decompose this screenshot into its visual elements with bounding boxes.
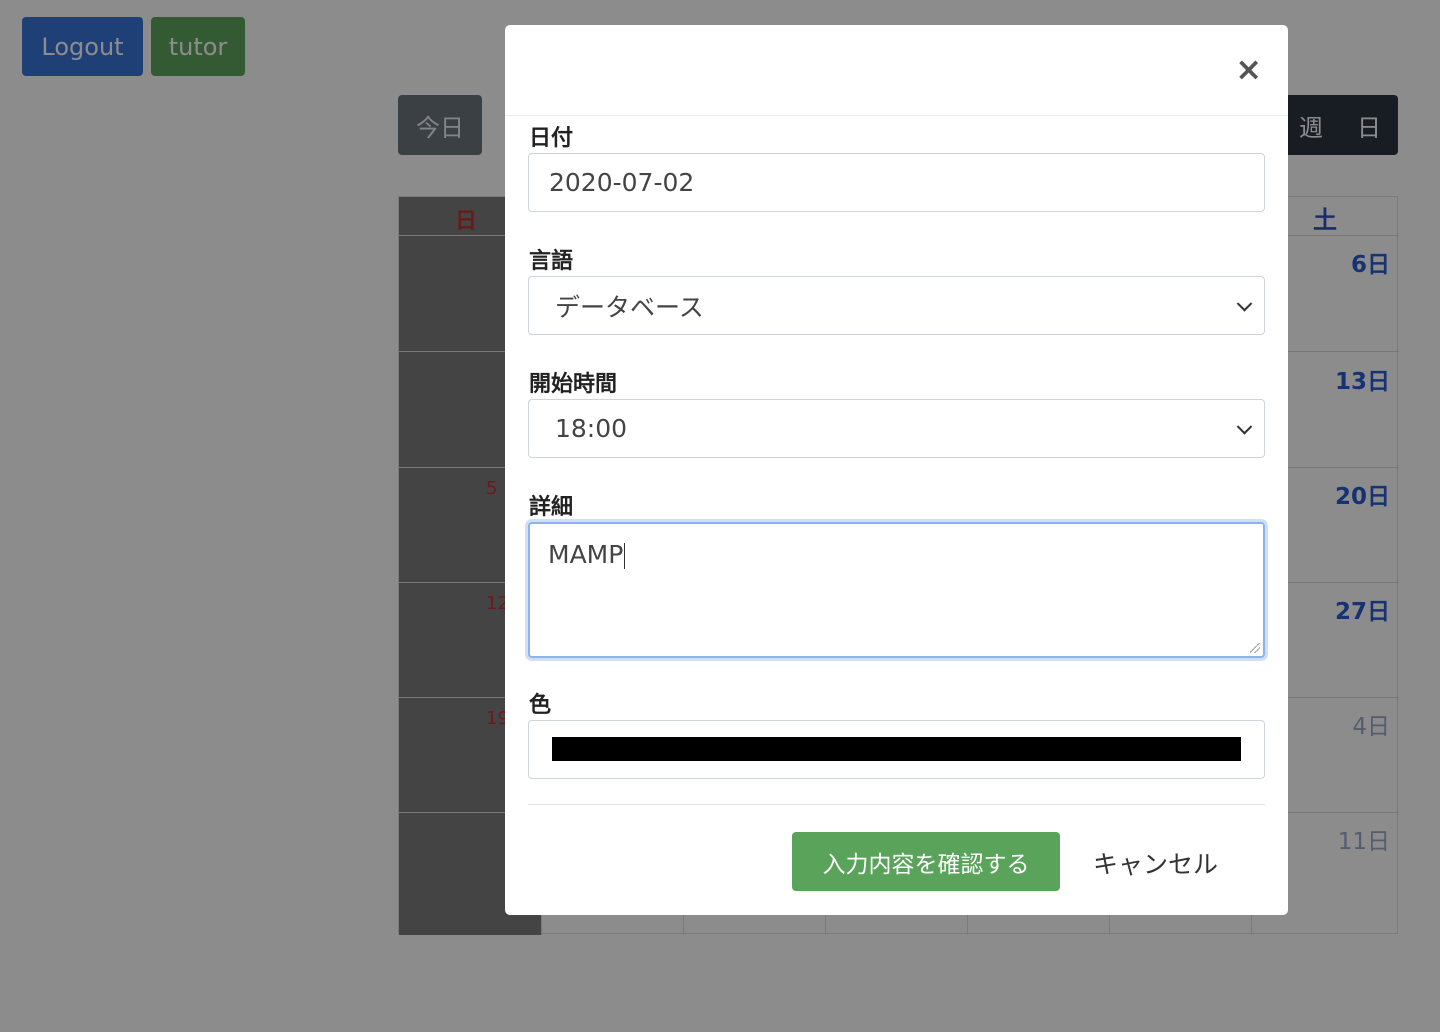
date-input[interactable]: 2020-07-02 [528,153,1265,212]
start-time-select[interactable]: 18:00 [528,399,1265,458]
resize-handle[interactable] [1250,643,1260,653]
start-time-selected: 18:00 [555,414,628,443]
language-label: 言語 [529,249,574,274]
close-icon[interactable]: × [1235,53,1262,85]
event-modal: × 日付 2020-07-02 言語 データベース 開始時間 18:00 詳細 … [505,25,1288,915]
color-swatch [552,737,1241,761]
start-time-label: 開始時間 [529,372,618,397]
detail-label: 詳細 [529,495,574,520]
color-label: 色 [529,693,552,718]
detail-textarea[interactable]: MAMP [528,522,1265,658]
language-select[interactable]: データベース [528,276,1265,335]
date-value: 2020-07-02 [549,168,695,197]
app-root: Logout tutor 今日 週 日 日 土 6日 13日 20日 27日 4… [0,0,1440,1032]
modal-footer-divider [528,804,1265,805]
chevron-down-icon [1236,418,1253,435]
color-input[interactable] [528,720,1265,779]
detail-value: MAMP [548,540,624,569]
date-label: 日付 [529,126,574,151]
text-caret [624,543,626,569]
language-selected: データベース [555,292,704,322]
cancel-button[interactable]: キャンセル [1093,845,1218,881]
modal-header: × [505,25,1288,116]
confirm-button[interactable]: 入力内容を確認する [792,832,1060,891]
chevron-down-icon [1236,295,1253,312]
